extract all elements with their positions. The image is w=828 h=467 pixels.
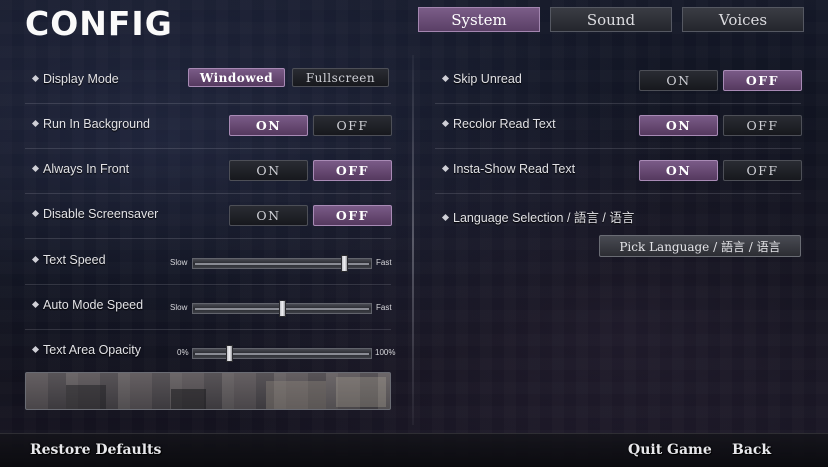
row-text-area-opacity: Text Area Opacity 0% 100%	[25, 330, 395, 375]
skip-unread-off-button[interactable]: OFF	[723, 70, 802, 91]
auto-mode-speed-slider[interactable]: Slow Fast	[170, 299, 392, 319]
bullet-icon	[31, 74, 40, 83]
insta-show-read-text-label: Insta-Show Read Text	[441, 162, 576, 176]
bullet-icon	[441, 74, 450, 83]
run-in-background-off-button[interactable]: OFF	[313, 115, 392, 136]
text-area-preview	[25, 372, 391, 410]
row-auto-mode-speed: Auto Mode Speed Slow Fast	[25, 285, 392, 330]
auto-mode-speed-knob[interactable]	[279, 300, 286, 317]
tab-voices[interactable]: Voices	[682, 7, 804, 32]
disable-screensaver-off-button[interactable]: OFF	[313, 205, 392, 226]
text-speed-slider[interactable]: Slow Fast	[170, 254, 392, 274]
text-area-opacity-label: Text Area Opacity	[31, 343, 141, 357]
disable-screensaver-label: Disable Screensaver	[31, 207, 159, 221]
bullet-icon	[441, 164, 450, 173]
row-insta-show-read-text: Insta-Show Read Text ON OFF	[435, 149, 802, 194]
preview-shape	[66, 385, 106, 409]
row-text-speed: Text Speed Slow Fast	[25, 240, 392, 285]
recolor-read-text-on-button[interactable]: ON	[639, 115, 718, 136]
language-selection-label-text: Language Selection / 語言 / 语言	[453, 211, 635, 225]
bullet-icon	[31, 209, 40, 218]
text-area-opacity-max-label: 100%	[375, 348, 396, 357]
run-in-background-label: Run In Background	[31, 117, 151, 131]
footer-bar: Restore Defaults Quit Game Back	[0, 433, 828, 467]
tab-bar: System Sound Voices	[418, 7, 804, 32]
preview-shape	[336, 377, 386, 407]
always-in-front-off-button[interactable]: OFF	[313, 160, 392, 181]
page-title: CONFIG	[25, 4, 173, 43]
display-mode-label: Display Mode	[31, 72, 119, 86]
windowed-button[interactable]: Windowed	[188, 68, 285, 87]
skip-unread-on-button[interactable]: ON	[639, 70, 718, 91]
run-in-background-label-text: Run In Background	[43, 117, 151, 131]
bullet-icon	[31, 345, 40, 354]
text-speed-track[interactable]	[192, 255, 372, 272]
pick-language-button[interactable]: Pick Language / 語言 / 语言	[599, 235, 801, 257]
always-in-front-label-text: Always In Front	[43, 162, 130, 176]
text-speed-label: Text Speed	[31, 253, 106, 267]
text-speed-max-label: Fast	[376, 258, 392, 267]
preview-shape	[266, 381, 326, 409]
auto-mode-speed-max-label: Fast	[376, 303, 392, 312]
bullet-icon	[31, 255, 40, 264]
text-area-opacity-track[interactable]	[192, 345, 372, 362]
recolor-read-text-label: Recolor Read Text	[441, 117, 556, 131]
text-speed-label-text: Text Speed	[43, 253, 106, 267]
always-in-front-on-button[interactable]: ON	[229, 160, 308, 181]
bullet-icon	[441, 213, 450, 222]
run-in-background-on-button[interactable]: ON	[229, 115, 308, 136]
bullet-icon	[31, 119, 40, 128]
row-language-selection: Language Selection / 語言 / 语言	[435, 194, 801, 239]
auto-mode-speed-min-label: Slow	[170, 303, 188, 312]
restore-defaults-button[interactable]: Restore Defaults	[30, 442, 161, 458]
always-in-front-label: Always In Front	[31, 162, 130, 176]
text-area-opacity-label-text: Text Area Opacity	[43, 343, 141, 357]
insta-show-read-text-on-button[interactable]: ON	[639, 160, 718, 181]
text-speed-min-label: Slow	[170, 258, 188, 267]
row-always-in-front: Always In Front ON OFF	[25, 149, 392, 194]
row-skip-unread: Skip Unread ON OFF	[435, 59, 802, 104]
text-area-opacity-slider[interactable]: 0% 100%	[177, 344, 399, 364]
recolor-read-text-label-text: Recolor Read Text	[453, 117, 556, 131]
bullet-icon	[31, 300, 40, 309]
preview-shape	[171, 389, 206, 409]
skip-unread-label-text: Skip Unread	[453, 72, 522, 86]
auto-mode-speed-label-text: Auto Mode Speed	[43, 298, 144, 312]
row-recolor-read-text: Recolor Read Text ON OFF	[435, 104, 802, 149]
insta-show-read-text-off-button[interactable]: OFF	[723, 160, 802, 181]
row-disable-screensaver: Disable Screensaver ON OFF	[25, 194, 392, 239]
text-area-opacity-min-label: 0%	[177, 348, 189, 357]
skip-unread-label: Skip Unread	[441, 72, 522, 86]
tab-system[interactable]: System	[418, 7, 540, 32]
insta-show-read-text-label-text: Insta-Show Read Text	[453, 162, 576, 176]
auto-mode-speed-track[interactable]	[192, 300, 372, 317]
fullscreen-button[interactable]: Fullscreen	[292, 68, 389, 87]
bullet-icon	[31, 164, 40, 173]
disable-screensaver-label-text: Disable Screensaver	[43, 207, 159, 221]
tab-sound[interactable]: Sound	[550, 7, 672, 32]
text-speed-knob[interactable]	[341, 255, 349, 272]
bullet-icon	[441, 119, 450, 128]
language-selection-label: Language Selection / 語言 / 语言	[441, 207, 635, 226]
quit-game-button[interactable]: Quit Game	[628, 442, 712, 458]
display-mode-label-text: Display Mode	[43, 72, 119, 86]
row-run-in-background: Run In Background ON OFF	[25, 104, 392, 149]
disable-screensaver-on-button[interactable]: ON	[229, 205, 308, 226]
text-area-opacity-knob[interactable]	[225, 345, 233, 362]
recolor-read-text-off-button[interactable]: OFF	[723, 115, 802, 136]
column-divider	[412, 55, 414, 425]
row-display-mode: Display Mode Windowed Fullscreen	[25, 59, 391, 104]
auto-mode-speed-label: Auto Mode Speed	[31, 298, 144, 312]
back-button[interactable]: Back	[732, 442, 771, 458]
